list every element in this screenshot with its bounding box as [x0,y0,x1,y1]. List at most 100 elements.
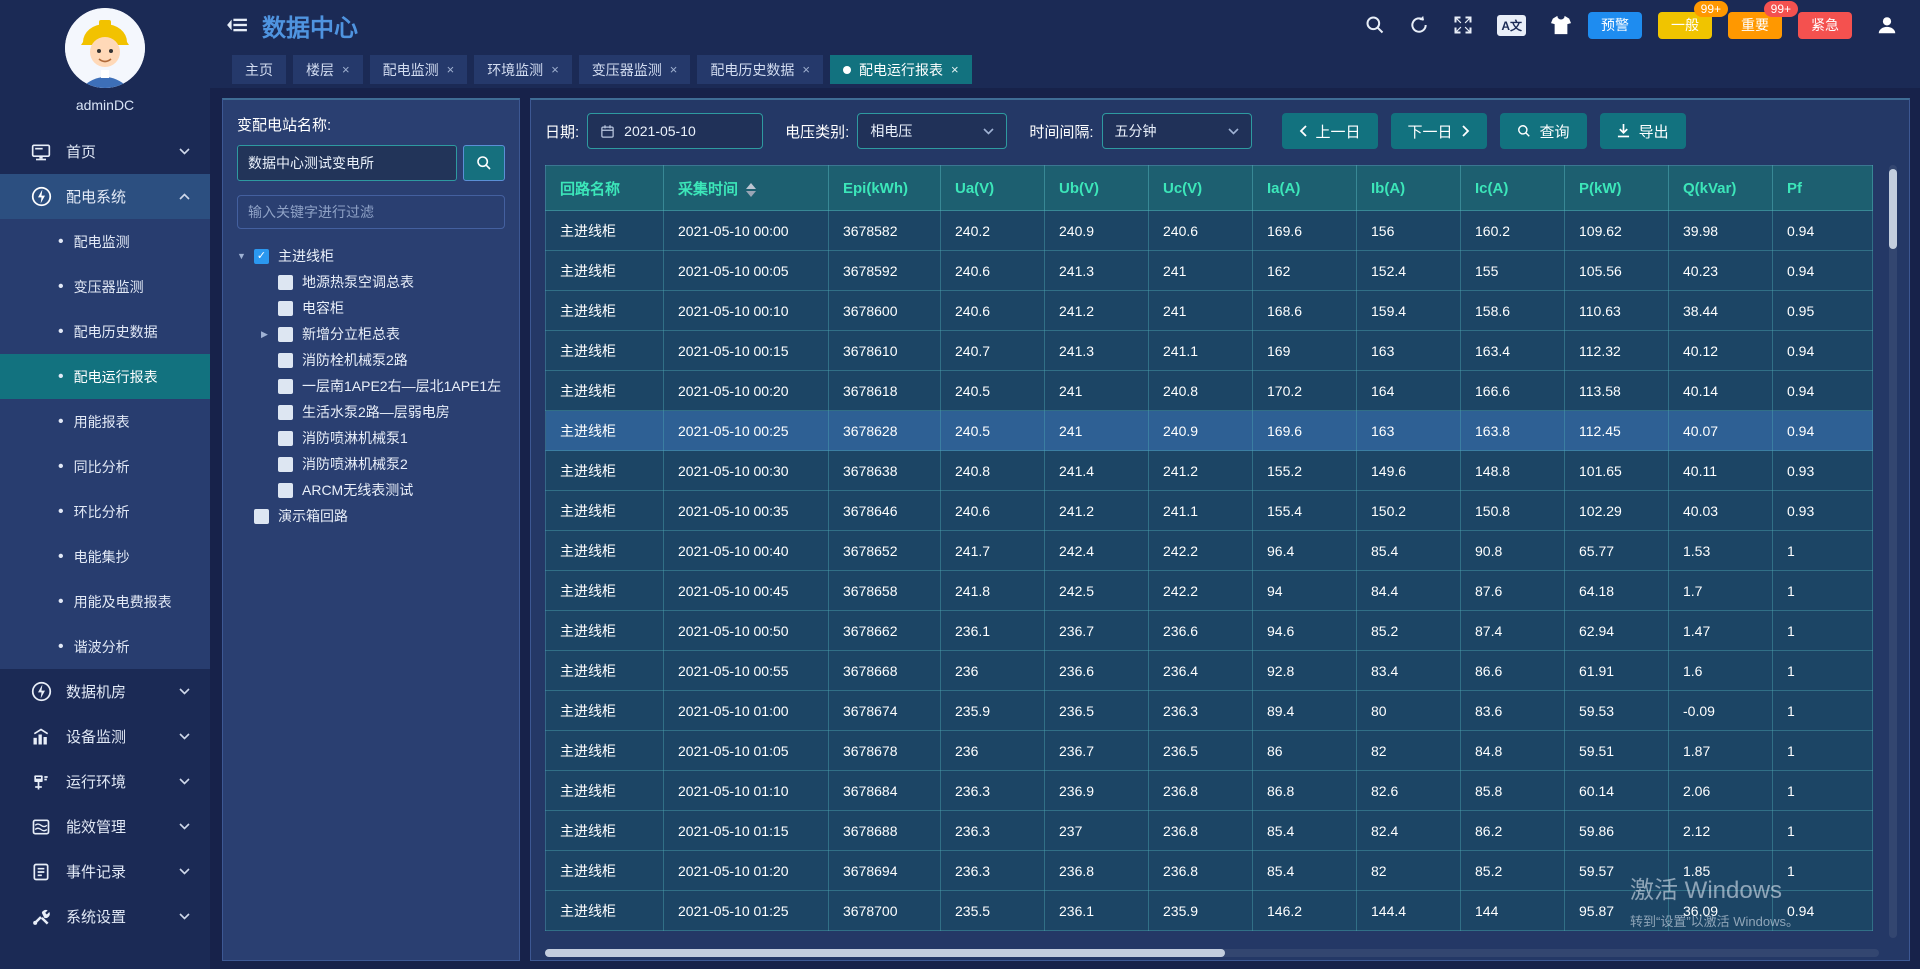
next-day-button[interactable]: 下一日 [1391,113,1487,149]
tree-checkbox[interactable] [278,405,293,420]
horizontal-scrollbar-thumb[interactable] [545,949,1225,957]
table-row-9[interactable]: 主进线柜2021-05-10 00:453678658241.8242.5242… [546,571,1873,611]
tree-checkbox[interactable] [278,353,293,368]
tree-checkbox[interactable] [278,483,293,498]
sidebar-subitem-5[interactable]: •同比分析 [0,444,210,489]
sidebar-item-energy-management[interactable]: 能效管理 [0,804,210,849]
tree-checkbox[interactable] [278,431,293,446]
sidebar-item-settings[interactable]: 系统设置 [0,894,210,939]
sidebar-subitem-4[interactable]: •用能报表 [0,399,210,444]
tab-5[interactable]: 配电历史数据× [697,55,823,84]
date-picker[interactable]: 2021-05-10 [587,113,763,149]
query-button[interactable]: 查询 [1500,113,1587,149]
sidebar-subitem-2[interactable]: •配电历史数据 [0,309,210,354]
sidebar-item-device-monitor[interactable]: 设备监测 [0,714,210,759]
collapse-menu-icon[interactable] [226,16,248,34]
tree-checkbox[interactable] [254,509,269,524]
tree-node-6[interactable]: 生活水泵2路—层弱电房 [237,399,505,425]
sidebar-item-power-distribution[interactable]: 配电系统 [0,174,210,219]
tree-node-10[interactable]: 演示箱回路 [237,503,505,529]
alarm-button-urgent[interactable]: 紧急 [1798,12,1852,39]
table-row-14[interactable]: 主进线柜2021-05-10 01:103678684236.3236.9236… [546,771,1873,811]
vertical-scrollbar-thumb[interactable] [1889,169,1897,249]
horizontal-scrollbar[interactable] [545,949,1879,957]
sort-icon[interactable] [746,183,756,197]
sidebar-subitem-8[interactable]: •用能及电费报表 [0,579,210,624]
expander-right-icon[interactable]: ▶ [261,329,278,340]
tab-0[interactable]: 主页 [232,55,286,84]
alarm-button-warning[interactable]: 预警 [1588,12,1642,39]
prev-day-button[interactable]: 上一日 [1282,113,1378,149]
station-name-input[interactable] [237,145,457,181]
table-row-12[interactable]: 主进线柜2021-05-10 01:003678674235.9236.5236… [546,691,1873,731]
sidebar-subitem-1[interactable]: •变压器监测 [0,264,210,309]
tree-checkbox[interactable] [278,327,293,342]
interval-select[interactable]: 五分钟 [1102,113,1252,149]
sidebar-item-environment[interactable]: 运行环境 [0,759,210,804]
tab-3[interactable]: 环境监测× [474,55,572,84]
sidebar-subitem-0[interactable]: •配电监测 [0,219,210,264]
sidebar-subitem-6[interactable]: •环比分析 [0,489,210,534]
column-header-1[interactable]: 采集时间 [664,166,829,211]
sidebar-item-home[interactable]: 首页 [0,129,210,174]
tree-node-5[interactable]: 一层南1APE2右—层北1APE1左 [237,373,505,399]
tab-4[interactable]: 变压器监测× [579,55,691,84]
sidebar-item-event-log[interactable]: 事件记录 [0,849,210,894]
voltage-type-select[interactable]: 相电压 [857,113,1007,149]
table-row-7[interactable]: 主进线柜2021-05-10 00:353678646240.6241.2241… [546,491,1873,531]
table-row-1[interactable]: 主进线柜2021-05-10 00:053678592240.6241.3241… [546,251,1873,291]
tab-1[interactable]: 楼层× [293,55,363,84]
avatar[interactable] [65,8,145,88]
sidebar-subitem-3[interactable]: •配电运行报表 [0,354,210,399]
table-row-3[interactable]: 主进线柜2021-05-10 00:153678610240.7241.3241… [546,331,1873,371]
table-row-4[interactable]: 主进线柜2021-05-10 00:203678618240.5241240.8… [546,371,1873,411]
vertical-scrollbar[interactable] [1889,165,1897,938]
tab-close-icon[interactable]: × [670,62,678,77]
tab-2[interactable]: 配电监测× [370,55,468,84]
sidebar-subitem-9[interactable]: •谐波分析 [0,624,210,669]
fullscreen-icon[interactable] [1453,15,1473,35]
tree-node-7[interactable]: 消防喷淋机械泵1 [237,425,505,451]
alarm-button-important[interactable]: 重要99+ [1728,12,1782,39]
table-row-13[interactable]: 主进线柜2021-05-10 01:053678678236236.7236.5… [546,731,1873,771]
tree-checkbox[interactable]: ✓ [254,249,269,264]
alarm-button-general[interactable]: 一般99+ [1658,12,1712,39]
tree-node-0[interactable]: ▼✓主进线柜 [237,243,505,269]
table-row-16[interactable]: 主进线柜2021-05-10 01:203678694236.3236.8236… [546,851,1873,891]
tree-checkbox[interactable] [278,301,293,316]
tree-checkbox[interactable] [278,457,293,472]
table-row-2[interactable]: 主进线柜2021-05-10 00:103678600240.6241.2241… [546,291,1873,331]
expander-down-icon[interactable]: ▼ [237,251,254,261]
table-row-17[interactable]: 主进线柜2021-05-10 01:253678700235.5236.1235… [546,891,1873,931]
tab-close-icon[interactable]: × [802,62,810,77]
export-button[interactable]: 导出 [1600,113,1686,149]
tree-checkbox[interactable] [278,275,293,290]
search-icon[interactable] [1365,15,1385,35]
station-search-button[interactable] [463,145,505,181]
table-row-0[interactable]: 主进线柜2021-05-10 00:003678582240.2240.9240… [546,211,1873,251]
tab-close-icon[interactable]: × [342,62,350,77]
table-row-15[interactable]: 主进线柜2021-05-10 01:153678688236.3237236.8… [546,811,1873,851]
user-icon[interactable] [1876,14,1898,36]
tree-filter-input[interactable] [237,195,505,229]
translate-icon[interactable]: A文 [1497,15,1526,36]
tree-checkbox[interactable] [278,379,293,394]
table-row-10[interactable]: 主进线柜2021-05-10 00:503678662236.1236.7236… [546,611,1873,651]
tab-6[interactable]: 配电运行报表× [830,55,972,84]
tree-node-8[interactable]: 消防喷淋机械泵2 [237,451,505,477]
tree-node-9[interactable]: ARCM无线表测试 [237,477,505,503]
tab-close-icon[interactable]: × [951,62,959,77]
table-row-11[interactable]: 主进线柜2021-05-10 00:553678668236236.6236.4… [546,651,1873,691]
sidebar-item-data-room[interactable]: 数据机房 [0,669,210,714]
refresh-icon[interactable] [1409,15,1429,35]
sidebar-subitem-7[interactable]: •电能集抄 [0,534,210,579]
tree-node-2[interactable]: 电容柜 [237,295,505,321]
table-row-6[interactable]: 主进线柜2021-05-10 00:303678638240.8241.4241… [546,451,1873,491]
tab-close-icon[interactable]: × [447,62,455,77]
tree-node-1[interactable]: 地源热泵空调总表 [237,269,505,295]
table-row-8[interactable]: 主进线柜2021-05-10 00:403678652241.7242.4242… [546,531,1873,571]
tab-close-icon[interactable]: × [551,62,559,77]
tree-node-3[interactable]: ▶新增分立柜总表 [237,321,505,347]
tree-node-4[interactable]: 消防栓机械泵2路 [237,347,505,373]
table-row-5[interactable]: 主进线柜2021-05-10 00:253678628240.5241240.9… [546,411,1873,451]
